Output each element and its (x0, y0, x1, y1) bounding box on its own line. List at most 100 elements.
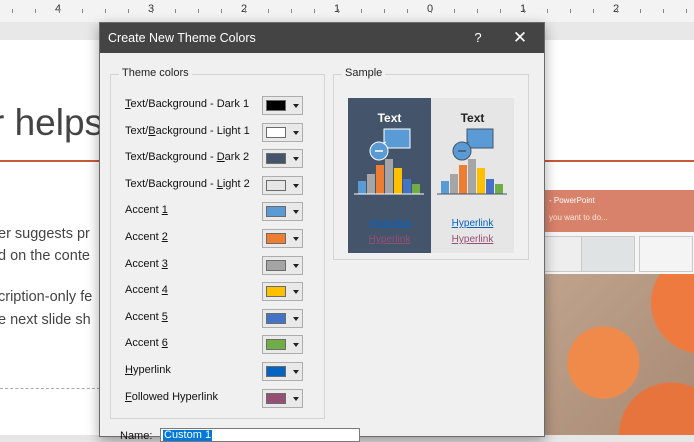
create-theme-colors-dialog: Create New Theme Colors ? ✕ Theme colors… (99, 22, 545, 442)
row-label-text: Text/Background - (125, 177, 217, 190)
color-picker-text-bg-dark2[interactable] (262, 149, 303, 169)
ruler-label: 2 (240, 3, 248, 15)
row-label-accent3: Accent 3 (125, 258, 168, 270)
preview-ribbon (539, 232, 694, 274)
sample-light-panel: Text Hyperlink Hyperlink (431, 98, 514, 253)
dropdown-arrow-icon (293, 316, 299, 321)
row-label-accesskey: 3 (161, 257, 168, 270)
sample-bar (468, 159, 476, 194)
dropdown-arrow-icon (293, 183, 299, 188)
close-button[interactable]: ✕ (508, 27, 532, 49)
sample-bar (412, 184, 420, 194)
ruler-tick (245, 9, 246, 13)
row-label-text: Text/ (125, 124, 149, 137)
placeholder-border (0, 388, 100, 389)
ruler-tick (593, 9, 594, 13)
row-label-text: Accent (125, 284, 162, 297)
sample-hyperlink: Hyperlink (368, 218, 411, 229)
row-label-accesskey: 6 (161, 337, 168, 350)
ruler-tick (547, 9, 548, 13)
dropdown-arrow-icon (293, 157, 299, 162)
row-label-text-bg-light1: Text/Background - Light 1 (125, 125, 250, 137)
slide-body-line[interactable]: cription-only fe (0, 289, 92, 305)
slide-body-line[interactable]: er suggests pr (0, 226, 90, 242)
row-label-accesskey: 4 (161, 284, 168, 297)
row-label-text-bg-dark1: Text/Background - Dark 1 (125, 98, 249, 110)
color-picker-followed-hyperlink[interactable] (262, 388, 303, 408)
ruler-label: 0 (426, 3, 434, 15)
sample-bar (367, 174, 375, 194)
slide-body-line[interactable]: e next slide sh (0, 312, 91, 328)
row-label-text: ollowed Hyperlink (131, 390, 218, 403)
ruler-tick (477, 9, 478, 13)
color-picker-accent5[interactable] (262, 308, 303, 328)
row-label-accesskey: H (125, 364, 133, 376)
sample-bar (403, 179, 411, 194)
help-button[interactable]: ? (468, 27, 488, 49)
ruler-tick (361, 9, 362, 13)
color-picker-accent1[interactable] (262, 202, 303, 222)
ruler-label: 2 (612, 3, 620, 15)
row-label-text: Accent (125, 231, 162, 243)
sample-bar (385, 159, 393, 194)
color-picker-accent3[interactable] (262, 255, 303, 275)
row-label-accesskey: D (216, 151, 225, 164)
row-label-text: ark 2 (224, 151, 250, 164)
color-picker-accent6[interactable] (262, 335, 303, 355)
sample-dark-panel: Text Hyperlink Hyperlink (348, 98, 431, 253)
ruler-tick (338, 9, 339, 13)
sample-bar (459, 165, 467, 194)
sample-bar (358, 181, 366, 194)
slide-title[interactable]: r helps (0, 102, 103, 144)
dialog-titlebar[interactable]: Create New Theme Colors ? ✕ (100, 23, 544, 53)
ruler-tick (152, 9, 153, 13)
name-row: Name: Custom 1 (100, 425, 544, 442)
sample-bar (495, 184, 503, 194)
sample-rectangle (466, 128, 494, 149)
color-picker-text-bg-light2[interactable] (262, 175, 303, 195)
ruler-tick (617, 9, 618, 13)
theme-colors-legend: Theme colors (119, 67, 192, 79)
ruler-tick (82, 9, 83, 13)
color-picker-accent2[interactable] (262, 229, 303, 248)
row-label-text: Text/Background - (125, 151, 217, 164)
ruler-tick (128, 9, 129, 13)
sample-preview: Text Hyperlink Hyperlink Text Hyperlink … (348, 98, 514, 253)
color-swatch (266, 392, 286, 404)
sample-group: Sample Text Hyperlink Hyperlink Text Hyp… (333, 67, 529, 260)
ruler-tick (384, 9, 385, 13)
row-label-text: Accent (125, 204, 162, 217)
color-swatch (266, 100, 286, 111)
ruler-tick (686, 9, 687, 13)
sample-hyperlink: Hyperlink (451, 218, 494, 229)
color-picker-accent4[interactable] (262, 282, 303, 302)
slide-body-line[interactable]: d on the conte (0, 248, 90, 264)
row-label-text: yperlink (132, 364, 171, 376)
preview-app-title: - PowerPoint (549, 196, 595, 205)
ruler-tick (59, 9, 60, 13)
powerpoint-preview-image: - PowerPoint you want to do... (539, 190, 694, 435)
color-swatch (266, 366, 286, 377)
color-picker-hyperlink[interactable] (262, 362, 303, 381)
ruler-label: 4 (54, 3, 62, 15)
ruler-tick (431, 9, 432, 13)
ruler-tick (500, 9, 501, 13)
ruler-tick (291, 9, 292, 13)
color-swatch (266, 286, 286, 298)
name-input[interactable]: Custom 1 (160, 428, 360, 442)
dropdown-arrow-icon (293, 290, 299, 295)
color-picker-text-bg-light1[interactable] (262, 122, 303, 142)
sample-bar-chart (358, 159, 420, 194)
color-picker-text-bg-dark1[interactable] (262, 96, 303, 115)
sample-bar-chart (441, 159, 503, 194)
sample-bar (394, 168, 402, 194)
sample-legend: Sample (342, 67, 386, 79)
sample-shapes (437, 128, 507, 195)
color-swatch (266, 233, 286, 244)
row-label-text: Accent (125, 257, 162, 270)
ruler-tick (105, 9, 106, 13)
sample-shapes (354, 128, 424, 195)
ruler-tick (12, 9, 13, 13)
ruler-tick (198, 9, 199, 13)
ruler-tick (221, 9, 222, 13)
